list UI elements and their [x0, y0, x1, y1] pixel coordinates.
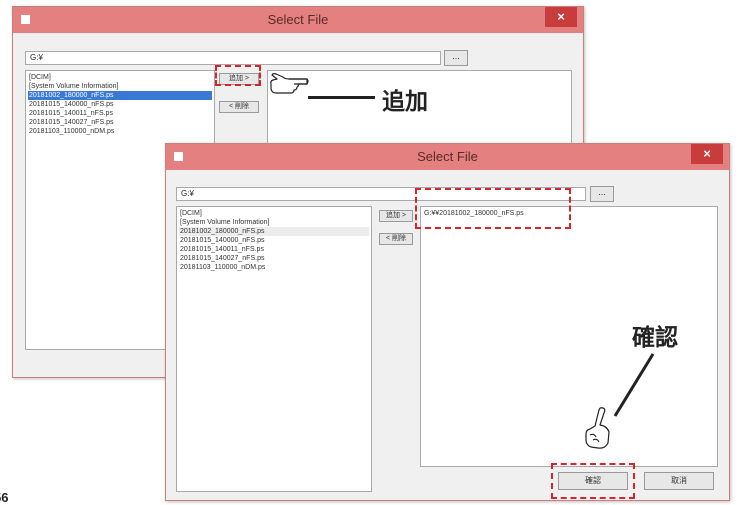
browse-button[interactable]: ... — [590, 186, 614, 202]
list-item[interactable]: [System Volume Information] — [28, 82, 212, 91]
pointing-hand-icon — [585, 407, 610, 449]
list-item[interactable]: 20181015_140011_nFS.ps — [179, 245, 369, 254]
add-label-line — [308, 96, 375, 99]
confirm-button-highlight — [551, 463, 635, 499]
window-title: Select File — [417, 149, 478, 164]
add-label: 追加 — [382, 88, 428, 114]
list-item[interactable]: 20181015_140027_nFS.ps — [28, 118, 212, 127]
title-bar: Select File × — [13, 7, 583, 33]
confirm-label: 確認 — [632, 324, 678, 350]
remove-button[interactable]: < 削除 — [379, 233, 413, 245]
list-item[interactable]: 20181015_140011_nFS.ps — [28, 109, 212, 118]
selected-file-highlight — [415, 188, 571, 229]
list-item[interactable]: 20181015_140000_nFS.ps — [28, 100, 212, 109]
list-item[interactable]: 20181103_110000_nDM.ps — [28, 127, 212, 136]
remove-button[interactable]: < 削除 — [219, 101, 259, 113]
cancel-button[interactable]: 取消 — [644, 472, 714, 490]
browse-button[interactable]: ... — [444, 50, 468, 66]
close-button[interactable]: × — [691, 144, 723, 164]
list-item[interactable]: 20181015_140027_nFS.ps — [179, 254, 369, 263]
list-item[interactable]: 20181002_180000_nFS.ps — [179, 227, 369, 236]
pointing-hand-icon — [270, 73, 309, 94]
add-button-highlight — [215, 65, 261, 86]
list-item[interactable]: 20181103_110000_nDM.ps — [179, 263, 369, 272]
list-item[interactable]: [DCIM] — [28, 73, 212, 82]
title-bar: Select File × — [166, 144, 729, 170]
list-item[interactable]: 20181015_140000_nFS.ps — [179, 236, 369, 245]
close-button[interactable]: × — [545, 7, 577, 27]
window-title: Select File — [267, 12, 329, 27]
file-list[interactable]: [DCIM] [System Volume Information] 2018100… — [176, 206, 372, 492]
path-input[interactable]: G:¥ — [25, 51, 441, 65]
list-item[interactable]: 20181002_180000_nFS.ps — [28, 91, 212, 100]
page-number-fragment: 56 — [0, 490, 9, 505]
list-item[interactable]: [DCIM] — [179, 209, 369, 218]
add-button[interactable]: 追加 > — [379, 210, 413, 222]
list-item[interactable]: [System Volume Information] — [179, 218, 369, 227]
